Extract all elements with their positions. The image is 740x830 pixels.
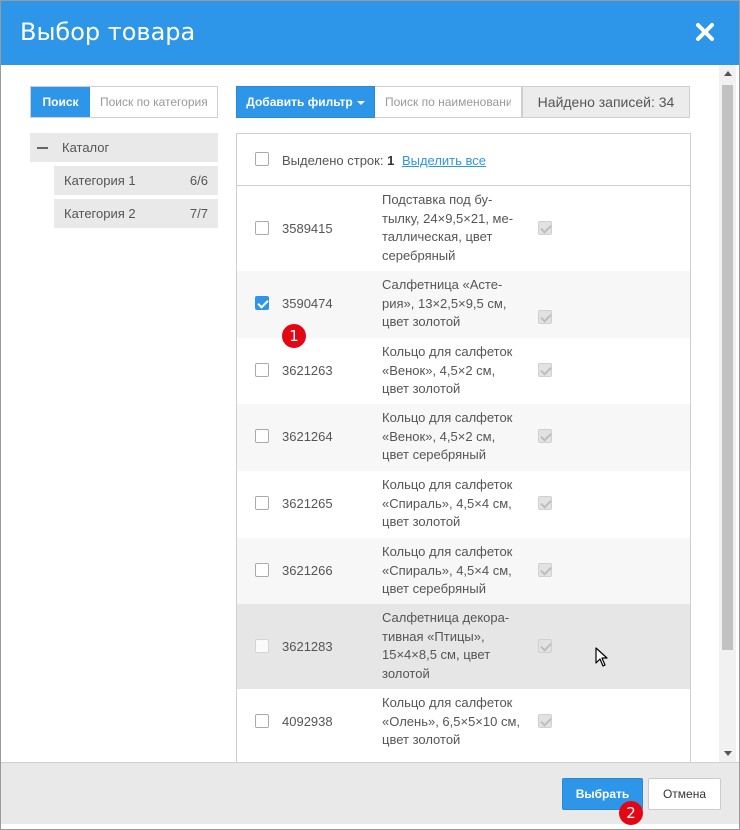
selected-label: Выделено строк: [282, 153, 384, 168]
row-code: 3589415 [282, 221, 333, 236]
scroll-thumb[interactable] [722, 85, 733, 650]
cancel-button[interactable]: Отмена [648, 778, 721, 810]
scroll-up-icon[interactable] [724, 71, 732, 76]
tree-item-count: 7/7 [189, 206, 208, 221]
dialog-scrollbar[interactable] [719, 65, 736, 762]
products-table: Выделено строк: 1 Выделить все 3589415 П… [236, 133, 691, 763]
row-name: Кольцо для салфеток «Спираль», 4,5×4 см,… [382, 544, 513, 596]
row-checkbox[interactable] [255, 221, 269, 235]
table-row[interactable]: 3589415 Подставка под бу-тылку, 24×9,5×2… [237, 187, 690, 271]
tree-item-category-2[interactable]: Категория 2 7/7 [54, 199, 218, 228]
row-code: 3621283 [282, 639, 333, 654]
tree-item-label: Категория 1 [64, 173, 136, 188]
add-filter-label: Добавить фильтр [246, 95, 353, 109]
table-row[interactable]: 3621266 Кольцо для салфеток «Спираль», 4… [237, 538, 690, 604]
tree-item-label: Категория 2 [64, 206, 136, 221]
selected-count: 1 [387, 153, 395, 168]
table-row[interactable]: 3621283 Салфетница декора-тивная «Птицы»… [237, 604, 690, 689]
product-select-dialog: Выбор товара Поиск Каталог Категория 1 6… [0, 0, 740, 830]
add-filter-button[interactable]: Добавить фильтр [236, 86, 375, 118]
table-row[interactable]: 3621265 Кольцо для салфеток «Спираль», 4… [237, 471, 690, 538]
row-name: Подставка под бу-тылку, 24×9,5×21, ме-та… [382, 192, 514, 263]
row-available-checkbox [538, 429, 552, 443]
scroll-down-icon[interactable] [724, 751, 732, 756]
row-available-checkbox [538, 639, 552, 653]
row-available-checkbox [538, 496, 552, 510]
name-search-input[interactable] [375, 86, 522, 118]
caret-down-icon [356, 100, 365, 105]
row-checkbox[interactable] [255, 563, 269, 577]
row-available-checkbox [538, 363, 552, 377]
row-code: 3621264 [282, 429, 333, 444]
selection-summary: Выделено строк: 1 Выделить все [282, 153, 486, 168]
table-header: Выделено строк: 1 Выделить все [237, 134, 690, 186]
row-code: 3621266 [282, 563, 333, 578]
row-code: 4092938 [282, 714, 333, 729]
dialog-title: Выбор товара [20, 18, 196, 46]
table-row[interactable]: 3621264 Кольцо для салфеток «Венок», 4,5… [237, 404, 690, 471]
annotation-marker-2: 2 [619, 801, 643, 825]
close-icon[interactable] [695, 20, 715, 44]
row-available-checkbox [538, 221, 552, 235]
row-available-checkbox [538, 714, 552, 728]
row-checkbox[interactable] [255, 496, 269, 510]
select-all-checkbox[interactable] [255, 152, 269, 166]
category-search: Поиск [30, 86, 218, 118]
tree-item-count: 6/6 [189, 173, 208, 188]
annotation-marker-1: 1 [282, 324, 306, 348]
table-row[interactable]: 4092938 Кольцо для салфеток «Олень», 6,5… [237, 689, 690, 755]
table-row[interactable]: 3621263 Кольцо для салфеток «Венок», 4,5… [237, 338, 690, 404]
tree-root-catalog[interactable]: Каталог [30, 133, 218, 162]
row-available-checkbox [538, 563, 552, 577]
tree-item-category-1[interactable]: Категория 1 6/6 [54, 166, 218, 195]
collapse-icon[interactable] [37, 146, 48, 149]
row-name: Салфетница «Асте-рия», 13×2,5×9,5 см, цв… [382, 277, 507, 329]
found-records: Найдено записей: 34 [522, 86, 690, 118]
row-name: Кольцо для салфеток «Венок», 4,5×2 см, ц… [382, 410, 513, 462]
row-available-checkbox [538, 310, 552, 324]
category-search-button[interactable]: Поиск [31, 87, 90, 117]
row-checkbox[interactable] [255, 363, 269, 377]
row-name: Кольцо для салфеток «Олень», 6,5×5×10 см… [382, 695, 521, 747]
row-name: Кольцо для салфеток «Спираль», 4,5×4 см,… [382, 477, 513, 529]
row-code: 3621265 [282, 496, 333, 511]
row-name: Кольцо для салфеток «Венок», 4,5×2 см, ц… [382, 344, 513, 396]
select-all-link[interactable]: Выделить все [402, 153, 486, 168]
category-search-input[interactable] [90, 87, 217, 117]
row-name: Салфетница декора-тивная «Птицы», 15×4×8… [382, 610, 510, 681]
tree-root-label: Каталог [62, 140, 110, 155]
row-code: 3590474 [282, 296, 333, 311]
row-checkbox[interactable] [255, 714, 269, 728]
mouse-cursor-icon [595, 647, 608, 667]
dialog-header: Выбор товара [1, 1, 739, 65]
table-row[interactable]: 3590474 Салфетница «Асте-рия», 13×2,5×9,… [237, 271, 690, 338]
row-checkbox[interactable] [255, 639, 269, 653]
row-checkbox[interactable] [255, 296, 269, 310]
row-checkbox[interactable] [255, 429, 269, 443]
row-code: 3621263 [282, 363, 333, 378]
